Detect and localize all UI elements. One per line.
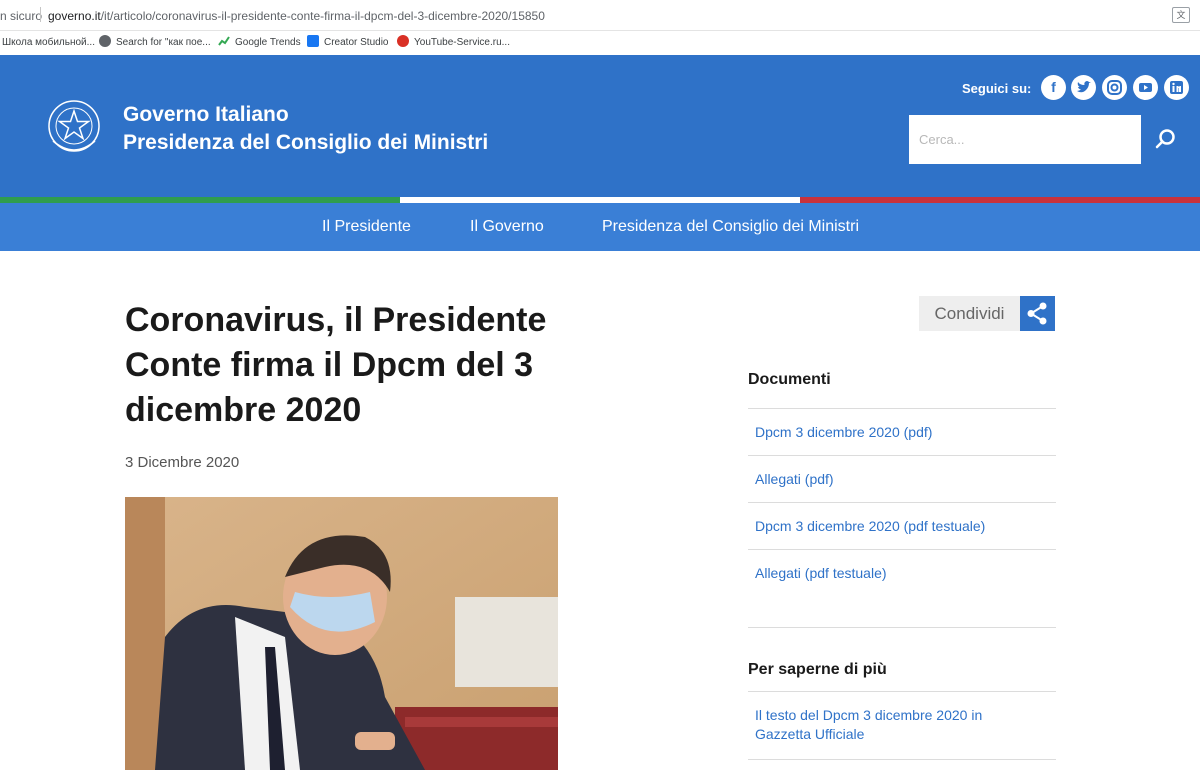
nav-item-governo[interactable]: Il Governo: [470, 218, 544, 236]
site-brand[interactable]: Governo Italiano Presidenza del Consigli…: [123, 101, 488, 157]
article-date: 3 Dicembre 2020: [125, 454, 240, 471]
divider: [748, 455, 1056, 456]
share-button[interactable]: Condividi: [919, 296, 1020, 331]
divider: [748, 502, 1056, 503]
url-path: /it/articolo/coronavirus-il-presidente-c…: [100, 9, 545, 23]
facebook-icon[interactable]: f: [1041, 75, 1066, 100]
main-navigation: Il Presidente Il Governo Presidenza del …: [0, 203, 1200, 251]
share-icon-button[interactable]: [1020, 296, 1055, 331]
republic-emblem-icon[interactable]: [45, 97, 103, 159]
nav-item-presidenza[interactable]: Presidenza del Consiglio dei Ministri: [602, 218, 859, 236]
brand-subtitle: Presidenza del Consiglio dei Ministri: [123, 131, 489, 154]
document-link[interactable]: Dpcm 3 dicembre 2020 (pdf): [755, 423, 995, 442]
divider: [748, 408, 1056, 409]
bookmark-item[interactable]: Search for "как пое...: [99, 35, 211, 51]
trends-icon: [218, 35, 230, 47]
site-header: Governo Italiano Presidenza del Consigli…: [0, 55, 1200, 197]
divider: [748, 627, 1056, 628]
instagram-icon[interactable]: [1102, 75, 1127, 100]
document-link[interactable]: Dpcm 3 dicembre 2020 (pdf testuale): [755, 517, 1055, 536]
article-title: Coronavirus, il Presidente Conte firma i…: [125, 301, 547, 429]
related-link[interactable]: Il testo del Dpcm 3 dicembre 2020 in Gaz…: [755, 706, 985, 744]
bookmark-label: YouTube-Service.ru...: [414, 37, 510, 48]
search-input[interactable]: [909, 115, 1141, 164]
bookmark-label: Google Trends: [235, 37, 301, 48]
bookmark-item[interactable]: YouTube-Service.ru...: [397, 35, 510, 51]
follow-label: Seguici su:: [962, 81, 1032, 96]
divider: [748, 691, 1056, 692]
translate-icon[interactable]: 文: [1172, 7, 1190, 23]
nav-item-presidente[interactable]: Il Presidente: [322, 218, 411, 236]
documents-heading: Documenti: [748, 371, 831, 388]
facebook-icon: [307, 35, 319, 47]
divider: [40, 7, 41, 22]
youtube-icon[interactable]: [1133, 75, 1158, 100]
bookmark-label: Creator Studio: [324, 37, 389, 48]
bookmark-item[interactable]: Google Trends: [218, 35, 301, 51]
divider: [748, 759, 1056, 760]
bookmark-label: Школа мобильной...: [2, 37, 95, 48]
more-info-heading: Per saperne di più: [748, 661, 887, 678]
bookmark-item[interactable]: Школа мобильной...: [2, 35, 95, 51]
document-link[interactable]: Allegati (pdf testuale): [755, 564, 995, 583]
search-button[interactable]: [1141, 115, 1190, 164]
gear-icon: [397, 35, 409, 47]
bookmark-item[interactable]: Creator Studio: [307, 35, 388, 51]
article-photo: [125, 497, 558, 770]
globe-icon: [99, 35, 111, 47]
brand-title: Governo Italiano: [123, 103, 289, 126]
url-host: governo.it: [48, 9, 101, 23]
document-link[interactable]: Allegati (pdf): [755, 470, 995, 489]
twitter-icon[interactable]: [1071, 75, 1096, 100]
divider: [748, 549, 1056, 550]
linkedin-icon[interactable]: [1164, 75, 1189, 100]
share-icon: [1027, 302, 1047, 325]
browser-address-bar[interactable]: n sicuro governo.it/it/articolo/coronavi…: [0, 0, 1200, 31]
url-text[interactable]: governo.it/it/articolo/coronavirus-il-pr…: [48, 9, 545, 23]
security-status[interactable]: n sicuro: [0, 9, 42, 23]
bookmarks-bar: Школа мобильной... Search for "как пое..…: [0, 31, 1200, 55]
bookmark-label: Search for "как пое...: [116, 37, 211, 48]
search-icon: [1155, 129, 1175, 149]
